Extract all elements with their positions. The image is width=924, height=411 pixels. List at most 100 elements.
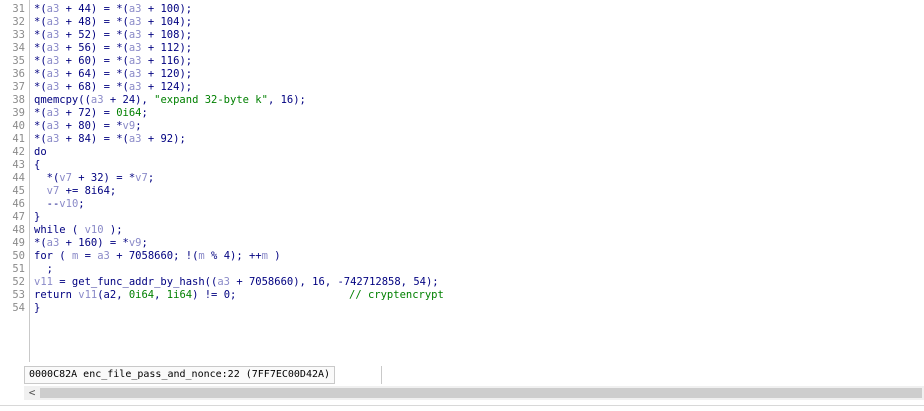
variable-token[interactable]: v10 <box>59 198 78 210</box>
code-line[interactable]: --v10; <box>34 198 85 211</box>
variable-token[interactable]: v7 <box>47 185 60 197</box>
code-token: + 116); <box>141 55 193 67</box>
horizontal-scrollbar[interactable]: < <box>24 386 924 400</box>
code-token: ; <box>78 198 85 210</box>
line-number: 46 <box>12 198 25 210</box>
variable-token[interactable]: a3 <box>47 133 60 145</box>
code-token: + 108); <box>141 29 193 41</box>
number-literal: 0i64 <box>116 107 142 119</box>
variable-token[interactable]: a3 <box>129 68 142 80</box>
line-number: 49 <box>12 237 25 249</box>
code-token: + 52) = *( <box>59 29 129 41</box>
code-line[interactable]: *(a3 + 44) = *(a3 + 100); <box>34 3 192 16</box>
variable-token[interactable]: v9 <box>129 237 142 249</box>
code-line[interactable]: *(a3 + 84) = *(a3 + 92); <box>34 133 186 146</box>
code-token: ; <box>147 172 155 184</box>
code-token: *( <box>34 133 47 145</box>
variable-token[interactable]: a3 <box>129 42 142 54</box>
code-line[interactable]: while ( v10 ); <box>34 224 123 237</box>
code-line[interactable]: for ( m = a3 + 7058660; !(m % 4); ++m ) <box>34 250 281 263</box>
code-token: + 80) = * <box>59 120 123 132</box>
code-line[interactable]: v7 += 8i64; <box>34 185 117 198</box>
code-token: + 7058660; !( <box>109 250 199 262</box>
line-number: 37 <box>12 81 25 93</box>
variable-token[interactable]: a3 <box>129 29 142 41</box>
variable-token[interactable]: a3 <box>47 107 60 119</box>
variable-token[interactable]: v11 <box>34 276 53 288</box>
pseudocode-view[interactable]: 31 32 33 34 35 36 37 38 39 40 41 42 43 4… <box>0 0 924 364</box>
code-token: + 84) = *( <box>59 133 129 145</box>
keyword-token: do <box>34 146 47 158</box>
code-line[interactable]: v11 = get_func_addr_by_hash((a3 + 705866… <box>34 276 439 289</box>
gutter-divider <box>29 0 30 362</box>
code-token: *( <box>34 68 47 80</box>
code-line[interactable]: *(a3 + 80) = *v9; <box>34 120 142 133</box>
variable-token[interactable]: a3 <box>129 81 142 93</box>
variable-token[interactable]: a3 <box>129 55 142 67</box>
variable-token[interactable]: a3 <box>47 16 60 28</box>
variable-token[interactable]: v7 <box>59 172 72 184</box>
code-line[interactable]: *(a3 + 56) = *(a3 + 112); <box>34 42 192 55</box>
line-number: 42 <box>12 146 25 158</box>
line-number: 48 <box>12 224 25 236</box>
variable-token[interactable]: a3 <box>47 55 60 67</box>
code-token: *( <box>34 42 47 54</box>
code-token: + 7058660), 16, -742712858, 54); <box>230 276 439 288</box>
variable-token[interactable]: a3 <box>47 120 60 132</box>
line-number: 31 <box>12 3 25 15</box>
code-token: ; <box>135 120 142 132</box>
variable-token[interactable]: a3 <box>129 16 142 28</box>
code-line[interactable]: *(a3 + 68) = *(a3 + 124); <box>34 81 192 94</box>
variable-token[interactable]: v11 <box>78 289 97 301</box>
code-line[interactable]: } <box>34 211 40 224</box>
function-call-token[interactable]: qmemcpy(( <box>34 94 91 106</box>
code-token: *( <box>34 3 47 15</box>
code-line[interactable]: *(a3 + 60) = *(a3 + 116); <box>34 55 192 68</box>
variable-token[interactable]: a3 <box>47 29 60 41</box>
variable-token[interactable]: v9 <box>123 120 136 132</box>
code-line[interactable]: *(a3 + 160) = *v9; <box>34 237 148 250</box>
variable-token[interactable]: a3 <box>129 3 142 15</box>
variable-token[interactable]: a3 <box>47 3 60 15</box>
code-line[interactable]: *(a3 + 52) = *(a3 + 108); <box>34 29 192 42</box>
variable-token[interactable]: v7 <box>135 172 148 184</box>
code-line[interactable]: do <box>34 146 47 159</box>
variable-token[interactable]: a3 <box>47 237 60 249</box>
variable-token[interactable]: a3 <box>47 42 60 54</box>
variable-token[interactable]: v10 <box>85 224 104 236</box>
code-token: + 124); <box>141 81 193 93</box>
code-line[interactable]: return v11(a2, 0i64, 1i64) != 0; // crypt… <box>34 289 444 302</box>
scrollbar-thumb[interactable] <box>40 388 922 398</box>
code-token: + 160) = * <box>59 237 129 249</box>
line-number: 32 <box>12 16 25 28</box>
code-line[interactable]: *(a3 + 48) = *(a3 + 104); <box>34 16 192 29</box>
code-line[interactable]: { <box>34 159 40 172</box>
code-line[interactable]: *(a3 + 64) = *(a3 + 120); <box>34 68 192 81</box>
code-line[interactable]: *(a3 + 72) = 0i64; <box>34 107 148 120</box>
line-number: 33 <box>12 29 25 41</box>
code-token: + 64) = *( <box>59 68 129 80</box>
variable-token[interactable]: a3 <box>129 133 142 145</box>
variable-token[interactable]: a3 <box>217 276 230 288</box>
code-line[interactable]: } <box>34 302 40 315</box>
variable-token[interactable]: a3 <box>91 94 104 106</box>
code-token: + 100); <box>141 3 193 15</box>
code-line[interactable]: qmemcpy((a3 + 24), "expand 32-byte k", 1… <box>34 94 306 107</box>
code-token: + 104); <box>141 16 193 28</box>
code-line[interactable]: ; <box>34 263 53 276</box>
scroll-left-arrow-icon[interactable]: < <box>26 386 38 400</box>
keyword-token: for ( <box>34 250 72 262</box>
code-token: ; <box>34 263 53 275</box>
code-token: ; <box>141 237 148 249</box>
code-token: , 16); <box>267 94 306 106</box>
variable-token[interactable]: a3 <box>47 68 60 80</box>
address-location-label[interactable]: 0000C82A enc_file_pass_and_nonce:22 (7FF… <box>24 366 336 384</box>
function-call-token[interactable]: = get_func_addr_by_hash(( <box>53 276 217 288</box>
number-literal: 1i64 <box>166 289 193 301</box>
variable-token[interactable]: a3 <box>97 250 110 262</box>
code-line[interactable]: *(v7 + 32) = *v7; <box>34 172 155 185</box>
code-token: % 4); ++ <box>204 250 262 262</box>
line-number: 44 <box>12 172 25 184</box>
code-token: (a2, <box>97 289 129 301</box>
variable-token[interactable]: a3 <box>47 81 60 93</box>
